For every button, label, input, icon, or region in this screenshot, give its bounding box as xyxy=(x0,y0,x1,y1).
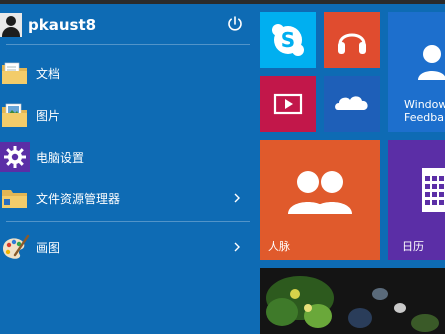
menu-item-pc-settings[interactable]: 电脑设置 xyxy=(0,139,250,175)
menu-item-pictures[interactable]: 图片 xyxy=(0,97,250,133)
menu-item-paint[interactable]: 画图 xyxy=(0,229,250,265)
folder-pictures-icon xyxy=(0,100,30,130)
tile-photos[interactable] xyxy=(260,268,445,334)
headphones-icon xyxy=(338,33,366,54)
tile-music[interactable] xyxy=(324,12,380,68)
chevron-right-icon[interactable] xyxy=(232,191,242,205)
user-name: pkaust8 xyxy=(28,16,97,34)
tile-label: 人脉 xyxy=(268,240,290,253)
gear-icon xyxy=(0,142,30,172)
tile-people[interactable]: 人脉 xyxy=(260,140,380,260)
paint-palette-icon xyxy=(0,232,30,262)
menu-item-file-explorer[interactable]: 文件资源管理器 xyxy=(0,180,250,216)
user-feedback-icon xyxy=(418,45,445,80)
tile-video[interactable] xyxy=(260,76,316,132)
skype-icon: S xyxy=(272,24,304,56)
tile-windows-feedback[interactable]: Window Feedba xyxy=(388,12,445,132)
video-icon xyxy=(273,93,303,115)
photo-tile-icon xyxy=(260,268,445,334)
avatar xyxy=(0,13,22,37)
menu-item-label: 文档 xyxy=(36,66,61,81)
cloud-icon xyxy=(335,96,368,110)
menu-item-label: 画图 xyxy=(36,240,61,255)
menu-item-documents[interactable]: 文档 xyxy=(0,55,250,91)
start-menu-left-pane: pkaust8 文档 图片 电脑设置 文件资源管理器 画图 xyxy=(0,4,250,334)
tile-calendar[interactable]: 日历 xyxy=(388,140,445,260)
tile-label: 日历 xyxy=(402,240,424,253)
user-account[interactable]: pkaust8 xyxy=(0,10,250,40)
folder-documents-icon xyxy=(0,58,30,88)
power-icon[interactable] xyxy=(226,15,244,33)
menu-item-label: 图片 xyxy=(36,108,61,123)
menu-item-label: 文件资源管理器 xyxy=(36,191,121,206)
svg-text:S: S xyxy=(281,28,295,52)
divider xyxy=(6,221,250,222)
tile-onedrive[interactable] xyxy=(324,76,380,132)
tile-label: Window xyxy=(404,98,445,111)
menu-item-label: 电脑设置 xyxy=(36,150,85,165)
tile-skype[interactable]: S xyxy=(260,12,316,68)
file-explorer-icon xyxy=(0,183,30,213)
chevron-right-icon[interactable] xyxy=(232,240,242,254)
divider xyxy=(6,44,250,45)
tile-label: Feedba xyxy=(404,111,444,124)
